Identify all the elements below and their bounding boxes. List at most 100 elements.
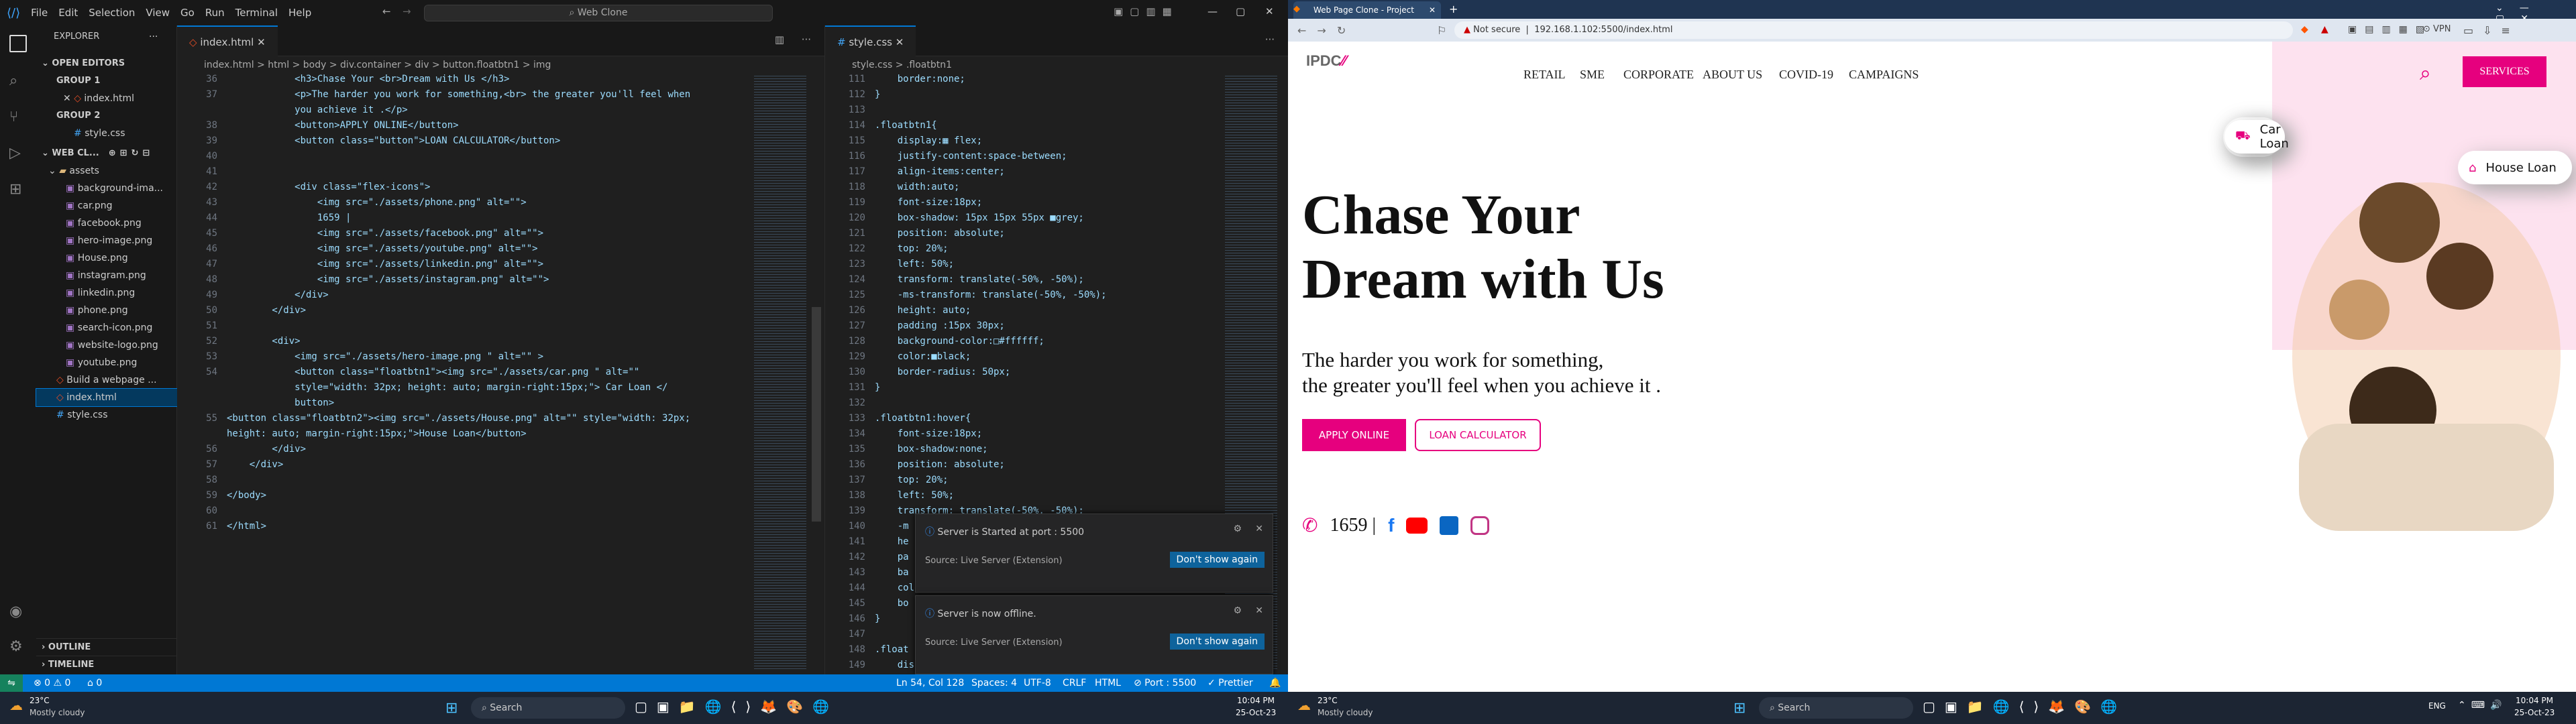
code-line[interactable]: <img src="./assets/hero-image.png " alt=… [227, 351, 543, 362]
weather-temp[interactable]: 23°C [30, 696, 50, 705]
taskbar-apps[interactable]: ▢▣📁🌐⟨⟩🦊🎨🌐 [635, 699, 839, 715]
problems-count[interactable]: ⊗ 0 ⚠ 0 [34, 674, 70, 692]
weather-temp[interactable]: 23°C [1318, 696, 1338, 705]
instagram-icon[interactable] [1470, 516, 1490, 535]
code-line[interactable]: border:none; [875, 74, 965, 84]
encoding[interactable]: UTF-8 [1024, 674, 1051, 692]
house-loan-button[interactable]: ⌂ House Loan [2458, 151, 2572, 184]
code-line[interactable]: -m [875, 521, 909, 532]
browser-tab[interactable]: Web Page Clone - Project ✕ [1293, 1, 1441, 19]
address-bar[interactable]: ▲ Not secure | 192.168.1.102:5500/index.… [1454, 21, 2293, 39]
open-editor-style[interactable]: # style.css [36, 125, 177, 142]
cursor-position[interactable]: Ln 54, Col 128 [896, 674, 964, 692]
asset-file-item[interactable]: ▣ background-ima... [36, 180, 177, 197]
code-line[interactable]: </div> [227, 444, 306, 455]
code-line[interactable]: height: auto; [875, 305, 971, 316]
code-line[interactable]: <img src="./assets/facebook.png" alt=""> [227, 228, 543, 239]
menu-icons[interactable]: ▭⇩≡ [2463, 24, 2520, 37]
asset-file-item[interactable]: ▣ linkedin.png [36, 284, 177, 302]
root-file-item[interactable]: ◇ index.html [36, 388, 178, 407]
more-actions-icon[interactable]: ··· [149, 28, 169, 46]
code-line[interactable]: top: 20%; [875, 475, 949, 485]
code-line[interactable]: <img src="./assets/instagram.png" alt=""… [227, 274, 549, 285]
tab-style-css[interactable]: # style.css ✕ [825, 25, 916, 56]
assets-folder[interactable]: ⌄ ▰ assets [36, 162, 177, 180]
nav-retail[interactable]: RETAIL [1523, 68, 1566, 82]
start-icon[interactable]: ⊞ [1733, 700, 1746, 717]
editor-more-icon[interactable]: ··· [1265, 34, 1275, 46]
code-line[interactable]: .floatbtn1:hover{ [875, 413, 971, 424]
tab-index-html[interactable]: ◇ index.html ✕ [177, 25, 278, 56]
code-line[interactable]: background-color:□#ffffff; [875, 336, 1044, 347]
code-line[interactable]: height: auto; margin-right:15px;">House … [227, 428, 527, 439]
close-icon[interactable]: ✕ [1265, 5, 1274, 17]
taskbar-search[interactable]: ⌕ Search [471, 697, 625, 719]
code-line[interactable]: transform: translate(-50%, -50%); [875, 274, 1084, 285]
nav-campaigns[interactable]: CAMPAIGNS [1849, 68, 1919, 82]
code-line[interactable]: </div> [227, 305, 306, 316]
code-line[interactable]: style="width: 32px; height: auto; margin… [227, 382, 667, 393]
code-line[interactable]: position: absolute; [875, 459, 1005, 470]
asset-file-item[interactable]: ▣ hero-image.png [36, 232, 177, 249]
live-server-port[interactable]: ⊘ Port : 5500 [1134, 674, 1196, 692]
prettier-status[interactable]: ✓ Prettier [1208, 674, 1253, 692]
nav-corporate[interactable]: CORPORATE [1623, 68, 1694, 82]
code-line[interactable]: .float [875, 644, 909, 655]
code-line[interactable]: bo [875, 598, 909, 609]
asset-file-item[interactable]: ▣ instagram.png [36, 267, 177, 284]
back-arrow-icon[interactable]: ← [382, 5, 391, 17]
indentation[interactable]: Spaces: 4 [971, 674, 1017, 692]
brave-rewards-icon[interactable]: ▲ [2321, 24, 2328, 35]
menu-help[interactable]: Help [288, 7, 311, 19]
code-line[interactable]: font-size:18px; [875, 428, 982, 439]
asset-file-item[interactable]: ▣ facebook.png [36, 215, 177, 232]
notification-settings-icon[interactable]: ⚙ [1233, 605, 1242, 616]
code-line[interactable]: box-shadow: 15px 15px 55px ■grey; [875, 213, 1084, 223]
code-line[interactable]: left: 50%; [875, 259, 954, 269]
breadcrumb[interactable]: index.html > html > body > div.container… [177, 56, 551, 74]
dont-show-again-button[interactable]: Don't show again [1169, 552, 1265, 568]
nav-sme[interactable]: SME [1580, 68, 1605, 82]
tab-close-icon[interactable]: ✕ [1429, 1, 1436, 19]
minimize-icon[interactable]: — [1208, 5, 1218, 17]
taskbar-apps[interactable]: ▢▣📁🌐⟨⟩🦊🎨🌐 [1923, 699, 2127, 715]
brave-shield-icon[interactable]: ◆ [2301, 24, 2308, 35]
code-line[interactable]: <p>The harder you work for something,<br… [227, 89, 690, 100]
menu-selection[interactable]: Selection [89, 7, 135, 19]
code-line[interactable]: <div> [227, 336, 300, 347]
code-line[interactable]: width:auto; [875, 182, 960, 192]
timeline-header[interactable]: › TIMELINE [36, 656, 177, 673]
project-header[interactable]: ⌄ WEB CL... ⊕⊞↻⊟ [36, 145, 177, 162]
code-line[interactable]: } [875, 382, 880, 393]
code-line[interactable]: </div> [227, 459, 284, 470]
line-ending[interactable]: CRLF [1063, 674, 1086, 692]
outline-header[interactable]: › OUTLINE [36, 638, 177, 656]
code-line[interactable]: </html> [227, 521, 266, 532]
open-editor-index[interactable]: ✕ ◇ index.html [36, 90, 177, 107]
code-line[interactable]: } [875, 613, 880, 624]
open-editors-header[interactable]: ⌄ OPEN EDITORS [36, 55, 177, 72]
close-tab-icon[interactable]: ✕ [257, 36, 266, 48]
command-center-search[interactable]: ⌕ Web Clone [424, 5, 773, 21]
scrollbar[interactable] [812, 307, 821, 522]
youtube-icon[interactable] [1406, 518, 1428, 534]
code-line[interactable]: display:▦ flex; [875, 135, 982, 146]
extension-icons[interactable]: ▣▤▥▦▧ [2348, 24, 2432, 35]
asset-file-item[interactable]: ▣ phone.png [36, 302, 177, 319]
account-icon[interactable]: ◉ [9, 603, 27, 621]
maximize-icon[interactable]: ▢ [1236, 5, 1245, 17]
nav-covid[interactable]: COVID-19 [1779, 68, 1833, 82]
settings-gear-icon[interactable]: ⚙ [9, 638, 27, 656]
new-file-icons[interactable]: ⊕⊞↻⊟ [109, 148, 154, 158]
code-line[interactable]: <img src="./assets/youtube.png" alt=""> [227, 243, 538, 254]
vpn-button[interactable]: ⊙ VPN [2423, 24, 2451, 34]
code-line[interactable]: color:■black; [875, 351, 971, 362]
extensions-icon[interactable]: ⊞ [9, 181, 27, 198]
site-logo[interactable]: IPDC⁄⁄ [1306, 52, 1346, 70]
asset-file-item[interactable]: ▣ website-logo.png [36, 337, 177, 354]
asset-file-item[interactable]: ▣ search-icon.png [36, 319, 177, 337]
bookmark-icon[interactable]: ⚐ [1437, 24, 1446, 37]
taskbar-time[interactable]: 10:04 PM [1237, 696, 1275, 705]
minimap[interactable] [754, 74, 806, 670]
root-file-item[interactable]: # style.css [36, 406, 177, 424]
